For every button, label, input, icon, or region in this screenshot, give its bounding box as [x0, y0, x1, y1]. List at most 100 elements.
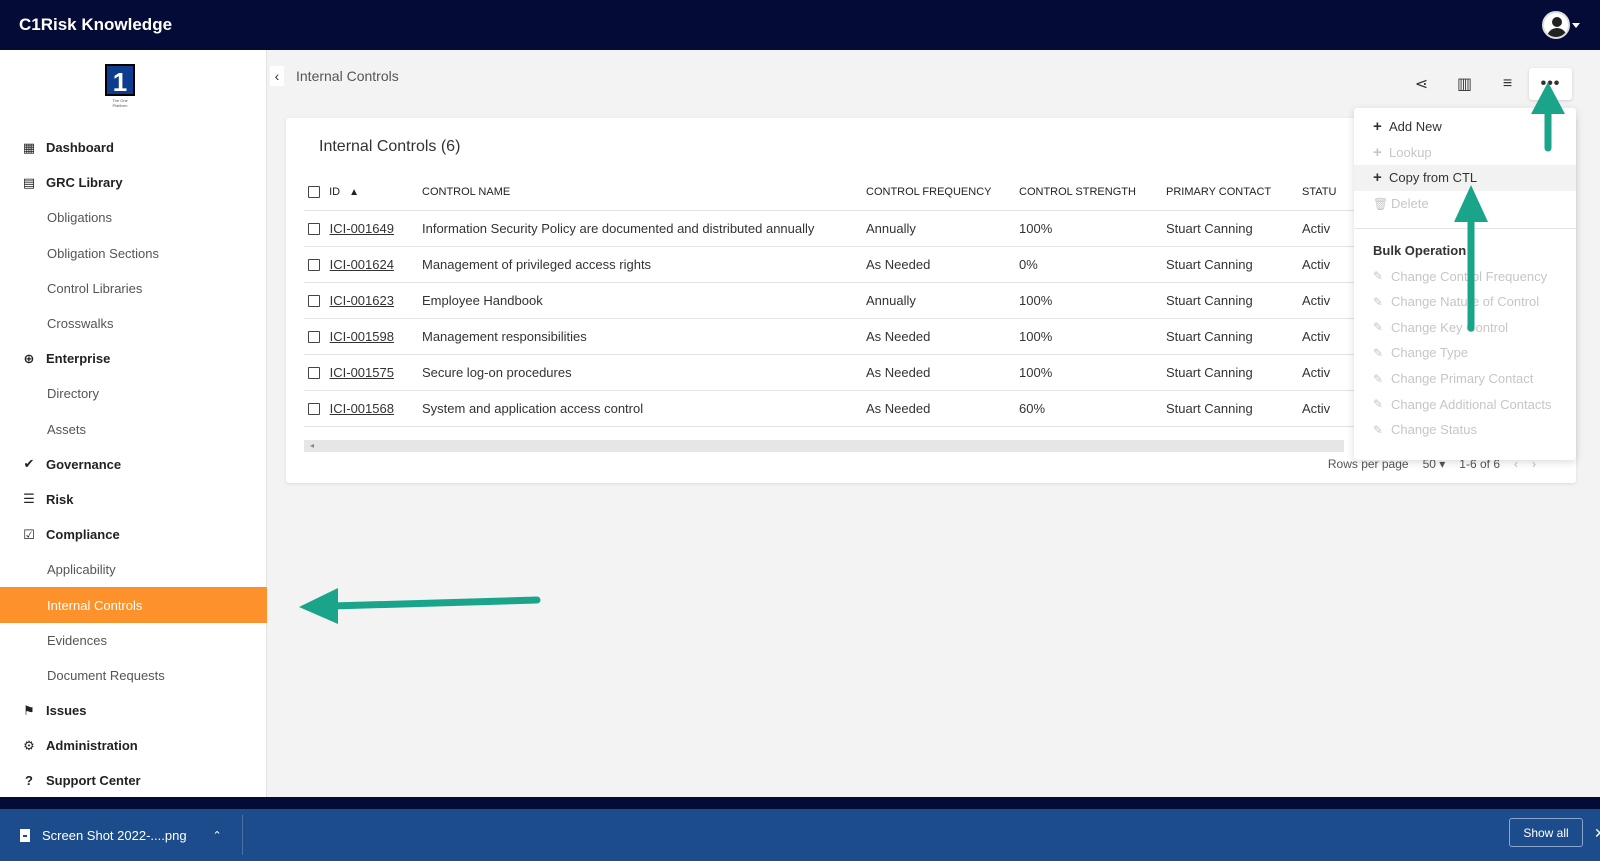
horizontal-scrollbar[interactable]: ◂ [304, 440, 1344, 452]
column-control-name[interactable]: CONTROL NAME [418, 174, 862, 211]
menu-item-change-additional-contacts[interactable]: ✎ Change Additional Contacts [1354, 391, 1576, 417]
menu-item-copy-from-ctl[interactable]: + Copy from CTL [1354, 165, 1576, 191]
sidebar-item-directory[interactable]: Directory [0, 376, 267, 411]
menu-item-change-key-control[interactable]: ✎ Change Key Control [1354, 315, 1576, 341]
sidebar-item-enterprise[interactable]: ⊕ Enterprise [0, 341, 267, 376]
more-options-button[interactable]: ••• [1529, 68, 1572, 100]
menu-item-label: Change Additional Contacts [1391, 396, 1552, 412]
sidebar-item-obligation-sections[interactable]: Obligation Sections [0, 236, 267, 271]
sidebar-item-administration[interactable]: ⚙ Administration [0, 728, 267, 763]
control-id-link[interactable]: ICI-001649 [330, 221, 394, 236]
sidebar-item-obligations[interactable]: Obligations [0, 200, 267, 235]
table-row[interactable]: ICI-001623 Employee Handbook Annually 10… [304, 282, 1358, 319]
column-status[interactable]: STATU [1298, 174, 1358, 211]
control-strength: 0% [1015, 246, 1162, 283]
control-id-link[interactable]: ICI-001598 [330, 329, 394, 344]
top-bar: C1Risk Knowledge [0, 0, 1600, 50]
chevron-down-icon[interactable] [1572, 22, 1580, 28]
book-icon: ▤ [22, 174, 36, 190]
row-checkbox[interactable] [308, 223, 320, 236]
sidebar-item-document-requests[interactable]: Document Requests [0, 658, 267, 693]
row-checkbox[interactable] [308, 295, 320, 308]
sidebar-item-evidences[interactable]: Evidences [0, 623, 267, 658]
column-primary-contact[interactable]: PRIMARY CONTACT [1162, 174, 1298, 211]
sidebar-nav: ▦ Dashboard ▤ GRC Library Obligations Obli… [0, 130, 267, 799]
sidebar-item-label: Dashboard [46, 140, 114, 156]
sidebar-item-label: GRC Library [46, 175, 123, 191]
app-title[interactable]: C1Risk Knowledge [19, 15, 172, 35]
column-id[interactable]: ID ▲ [304, 174, 418, 211]
sidebar-item-governance[interactable]: ✔ Governance [0, 447, 267, 482]
menu-item-change-primary-contact[interactable]: ✎ Change Primary Contact [1354, 366, 1576, 392]
sidebar-item-applicability[interactable]: Applicability [0, 552, 267, 587]
table-row[interactable]: ICI-001624 Management of privileged acce… [304, 246, 1358, 283]
menu-item-change-nature-of-control[interactable]: ✎ Change Nature of Control [1354, 289, 1576, 315]
control-frequency: Annually [862, 282, 1015, 319]
sidebar: 1 The One Platform ▦ Dashboard ▤ GRC Libra… [0, 50, 267, 797]
download-file-name[interactable]: Screen Shot 2022-....png [42, 828, 187, 843]
menu-item-change-control-frequency[interactable]: ✎ Change Control Frequency [1354, 263, 1576, 289]
show-all-button[interactable]: Show all [1509, 818, 1583, 847]
menu-item-label: Change Type [1391, 345, 1469, 361]
dashboard-icon: ▦ [22, 139, 36, 155]
control-id-link[interactable]: ICI-001623 [330, 293, 394, 308]
sort-ascending-icon[interactable]: ▲ [349, 187, 359, 198]
table-row[interactable]: ICI-001575 Secure log-on procedures As N… [304, 354, 1358, 391]
sidebar-item-dashboard[interactable]: ▦ Dashboard [0, 130, 267, 165]
sidebar-item-control-libraries[interactable]: Control Libraries [0, 271, 267, 306]
filter-icon[interactable]: ≡ [1486, 68, 1529, 100]
sidebar-item-risk[interactable]: ☰ Risk [0, 482, 267, 517]
columns-icon[interactable]: ▥ [1443, 68, 1486, 100]
sidebar-item-grc-library[interactable]: ▤ GRC Library [0, 165, 267, 200]
menu-item-change-status[interactable]: ✎ Change Status [1354, 417, 1576, 443]
control-id-link[interactable]: ICI-001568 [330, 401, 394, 416]
primary-contact: Stuart Canning [1162, 390, 1298, 427]
user-menu[interactable] [1542, 11, 1580, 39]
column-control-frequency[interactable]: CONTROL FREQUENCY [862, 174, 1015, 211]
table-row[interactable]: ICI-001598 Management responsibilities A… [304, 318, 1358, 355]
sidebar-item-assets[interactable]: Assets [0, 412, 267, 447]
column-control-strength[interactable]: CONTROL STRENGTH [1015, 174, 1162, 211]
menu-item-add-new[interactable]: + Add New [1354, 114, 1576, 140]
download-item[interactable]: Screen Shot 2022-....png ⌃ [20, 815, 243, 855]
edit-icon: ✎ [1373, 320, 1384, 335]
sidebar-item-issues[interactable]: ⚑ Issues [0, 693, 267, 728]
list-icon: ☰ [23, 491, 35, 507]
back-icon[interactable]: ‹ [270, 66, 284, 86]
avatar[interactable] [1542, 11, 1570, 39]
company-logo[interactable]: 1 The One Platform [105, 64, 135, 108]
control-name: System and application access control [418, 390, 862, 427]
primary-contact: Stuart Canning [1162, 210, 1298, 247]
menu-item-label: Add New [1389, 119, 1442, 135]
control-strength: 100% [1015, 210, 1162, 247]
control-name: Management responsibilities [418, 318, 862, 355]
row-checkbox[interactable] [308, 331, 320, 344]
share-icon[interactable]: ⋖ [1400, 68, 1443, 100]
edit-icon: ✎ [1373, 397, 1384, 412]
control-frequency: As Needed [862, 318, 1015, 355]
menu-item-label: Change Control Frequency [1391, 268, 1548, 284]
menu-item-delete[interactable]: 🗑 Delete [1354, 191, 1576, 217]
menu-item-label: Change Nature of Control [1391, 294, 1540, 310]
sidebar-item-label: Administration [46, 738, 138, 754]
sidebar-item-compliance[interactable]: ☑ Compliance [0, 517, 267, 552]
row-checkbox[interactable] [308, 367, 320, 380]
row-checkbox[interactable] [308, 259, 320, 272]
control-frequency: As Needed [862, 354, 1015, 391]
menu-item-change-type[interactable]: ✎ Change Type [1354, 340, 1576, 366]
select-all-checkbox[interactable] [308, 185, 320, 198]
edit-icon: ✎ [1373, 422, 1384, 437]
chevron-up-icon[interactable]: ⌃ [213, 829, 222, 842]
menu-item-lookup[interactable]: + Lookup [1354, 140, 1576, 166]
close-icon[interactable]: ✕ [1594, 825, 1600, 842]
control-id-link[interactable]: ICI-001624 [330, 257, 394, 272]
row-checkbox[interactable] [308, 403, 320, 416]
status: Activ [1298, 390, 1358, 427]
table-row[interactable]: ICI-001568 System and application access… [304, 390, 1358, 427]
sidebar-item-support-center[interactable]: ? Support Center [0, 763, 267, 798]
primary-contact: Stuart Canning [1162, 282, 1298, 319]
table-row[interactable]: ICI-001649 Information Security Policy a… [304, 210, 1358, 247]
sidebar-item-internal-controls[interactable]: Internal Controls [0, 587, 267, 623]
control-id-link[interactable]: ICI-001575 [330, 365, 394, 380]
sidebar-item-crosswalks[interactable]: Crosswalks [0, 306, 267, 341]
